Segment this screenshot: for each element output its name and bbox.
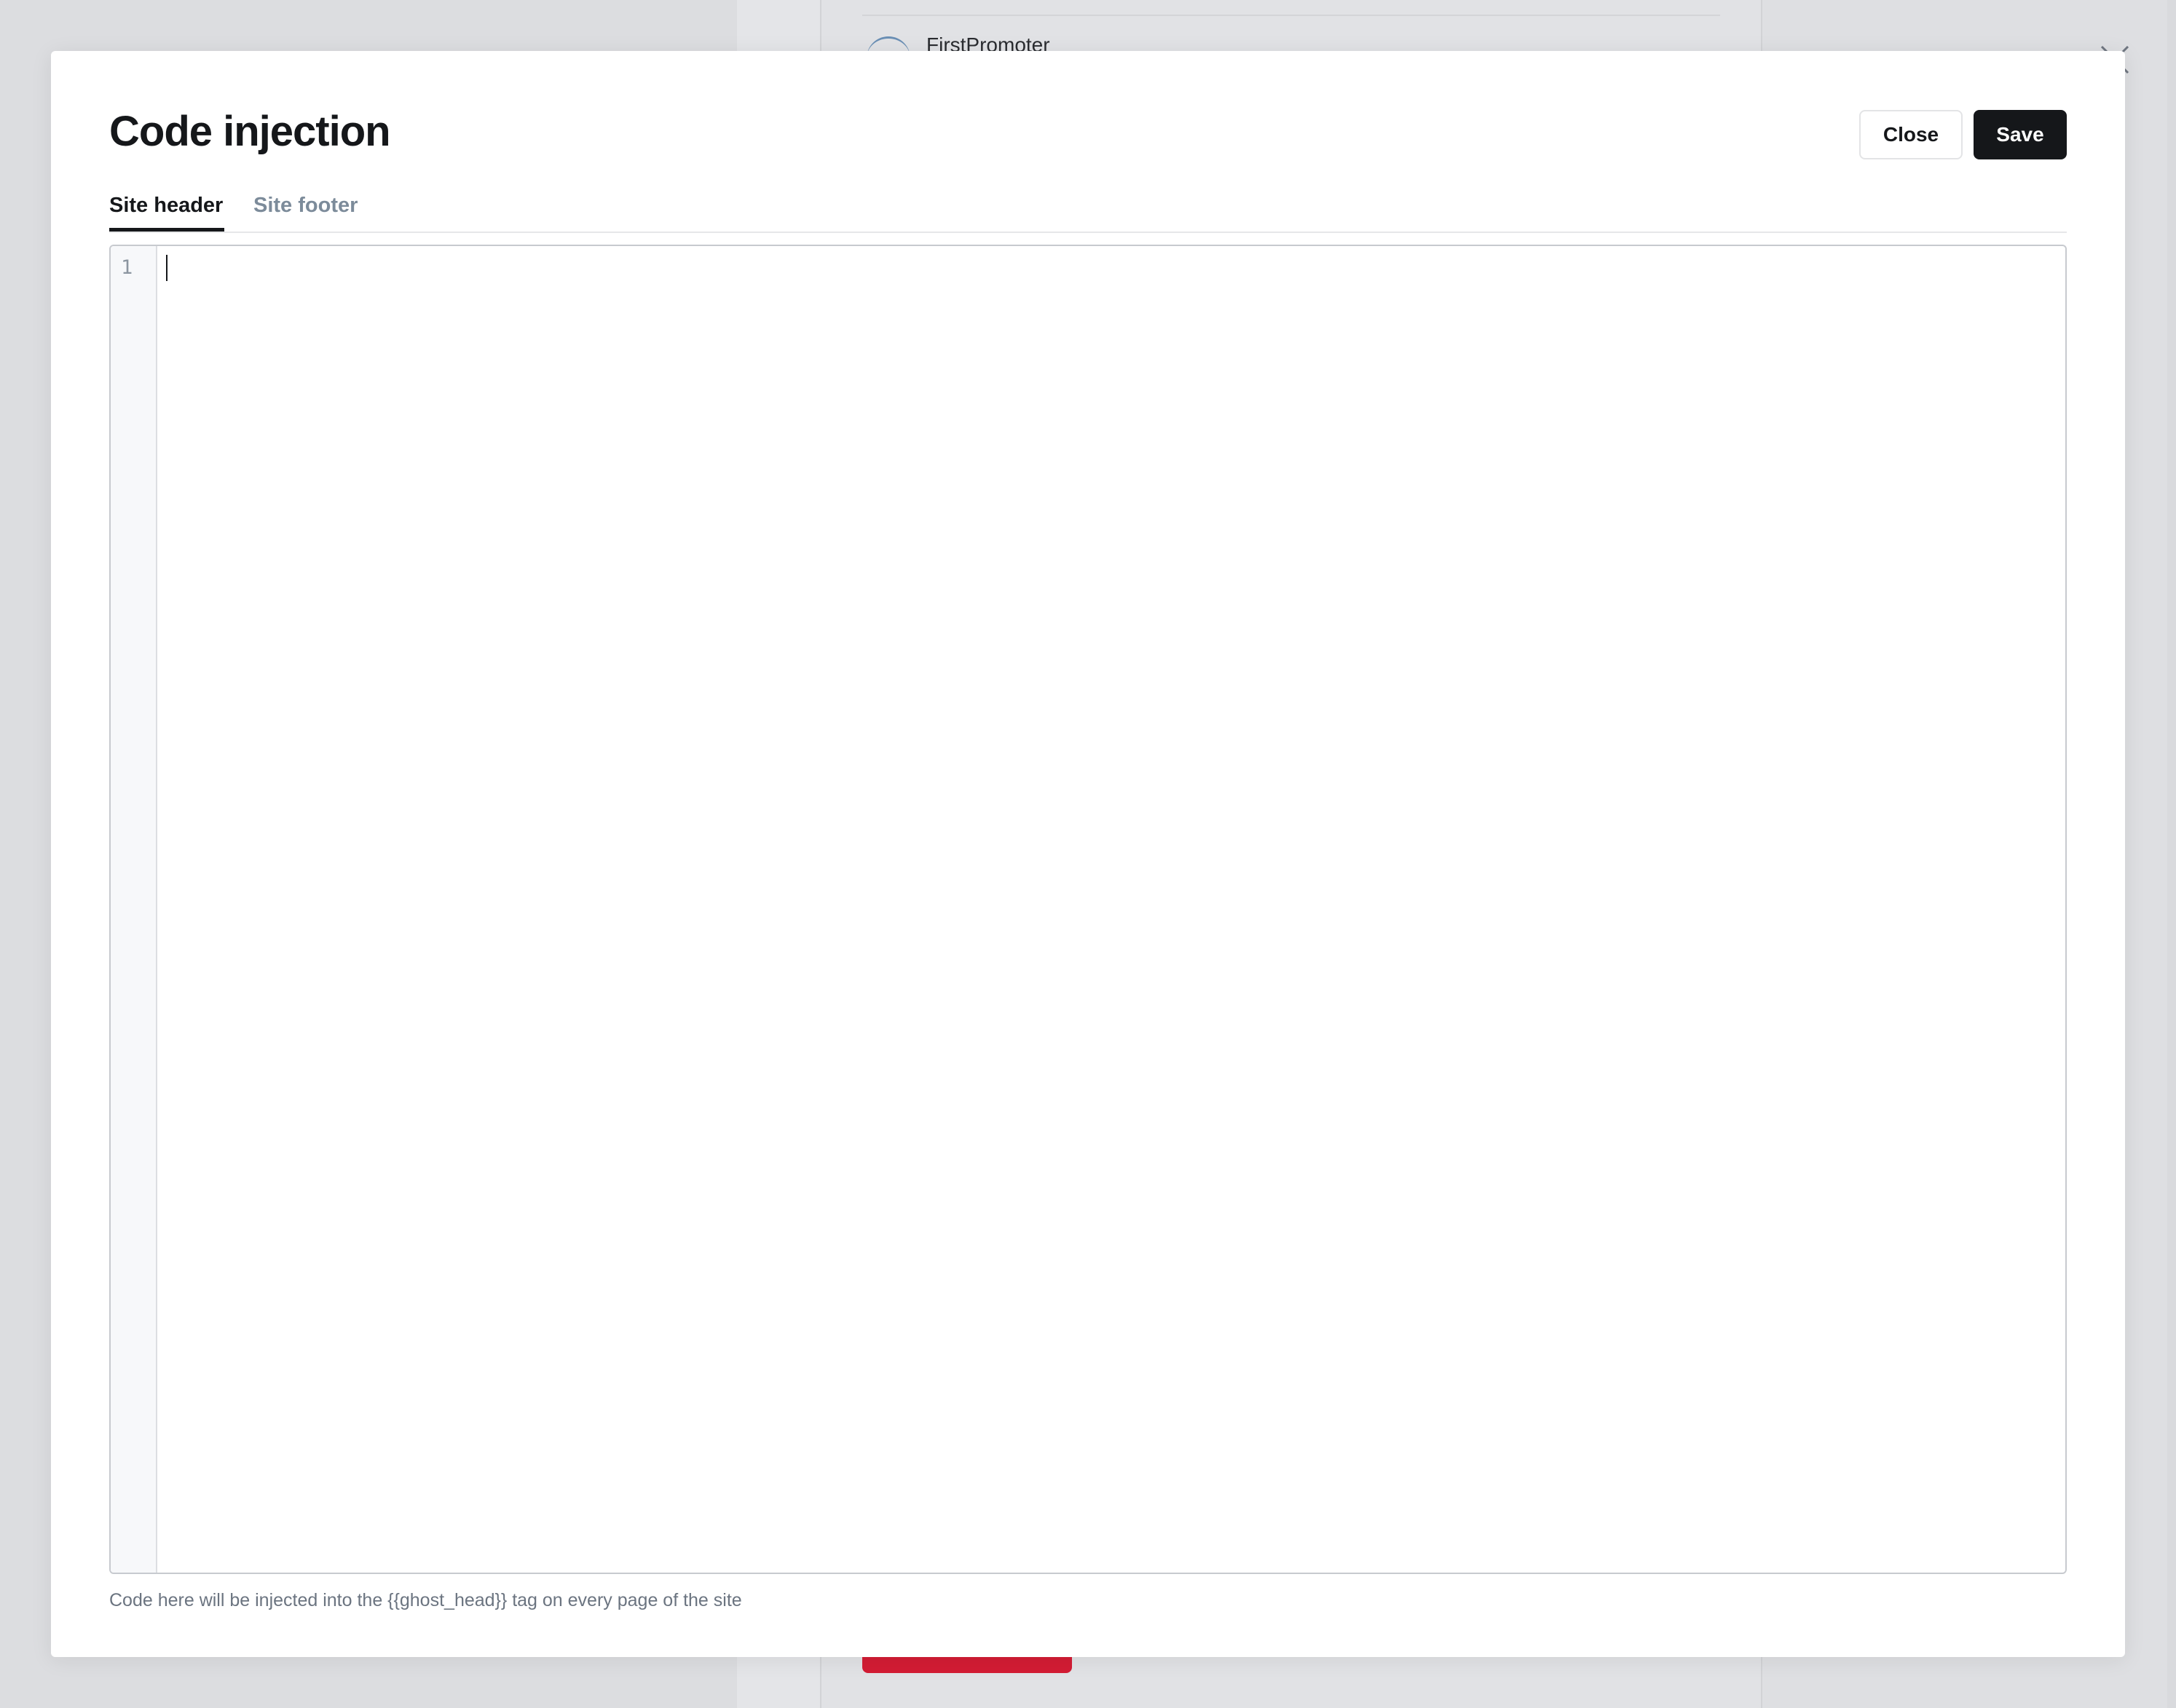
save-button[interactable]: Save bbox=[1974, 110, 2067, 159]
tab-bar: Site header Site footer bbox=[109, 191, 2067, 233]
code-input-area[interactable] bbox=[159, 246, 2065, 1573]
modal-title: Code injection bbox=[109, 108, 391, 155]
editor-hint-text: Code here will be injected into the {{gh… bbox=[109, 1590, 742, 1610]
line-number: 1 bbox=[121, 256, 133, 279]
line-number-gutter: 1 bbox=[111, 246, 157, 1573]
text-cursor bbox=[166, 255, 167, 281]
background-right-edge bbox=[2167, 0, 2176, 1708]
tab-site-footer[interactable]: Site footer bbox=[253, 191, 358, 232]
tab-site-header[interactable]: Site header bbox=[109, 191, 224, 232]
code-injection-modal: Code injection Close Save Site header Si… bbox=[51, 51, 2125, 1657]
close-button[interactable]: Close bbox=[1859, 110, 1963, 159]
background-divider bbox=[862, 15, 1720, 16]
code-editor[interactable]: 1 bbox=[109, 245, 2067, 1574]
